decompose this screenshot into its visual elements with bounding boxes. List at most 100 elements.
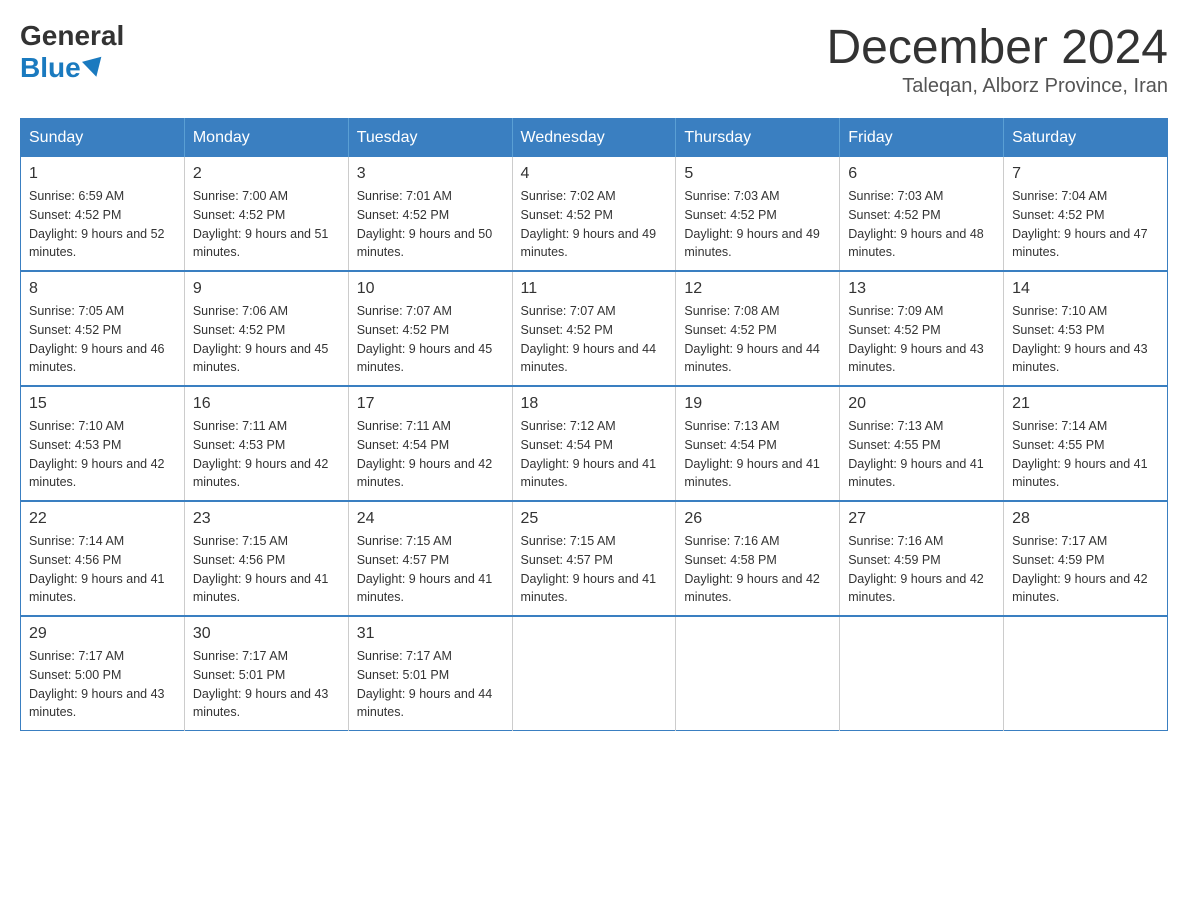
sunrise-label: Sunrise: 7:16 AM bbox=[684, 534, 779, 548]
day-number: 9 bbox=[193, 280, 340, 298]
week-row-4: 22 Sunrise: 7:14 AM Sunset: 4:56 PM Dayl… bbox=[21, 501, 1168, 616]
calendar-cell: 27 Sunrise: 7:16 AM Sunset: 4:59 PM Dayl… bbox=[840, 501, 1004, 616]
sunset-label: Sunset: 4:54 PM bbox=[684, 438, 776, 452]
sunset-label: Sunset: 4:58 PM bbox=[684, 553, 776, 567]
day-number: 14 bbox=[1012, 280, 1159, 298]
calendar-cell: 6 Sunrise: 7:03 AM Sunset: 4:52 PM Dayli… bbox=[840, 157, 1004, 271]
daylight-label: Daylight: 9 hours and 43 minutes. bbox=[848, 342, 984, 375]
sunrise-label: Sunrise: 7:03 AM bbox=[684, 189, 779, 203]
sunrise-label: Sunrise: 7:07 AM bbox=[357, 304, 452, 318]
calendar-cell: 16 Sunrise: 7:11 AM Sunset: 4:53 PM Dayl… bbox=[184, 386, 348, 501]
sunset-label: Sunset: 4:53 PM bbox=[29, 438, 121, 452]
sunset-label: Sunset: 4:57 PM bbox=[357, 553, 449, 567]
day-number: 3 bbox=[357, 165, 504, 183]
sunset-label: Sunset: 4:52 PM bbox=[29, 208, 121, 222]
sunrise-label: Sunrise: 7:15 AM bbox=[357, 534, 452, 548]
daylight-label: Daylight: 9 hours and 41 minutes. bbox=[29, 572, 165, 605]
day-number: 21 bbox=[1012, 395, 1159, 413]
week-row-2: 8 Sunrise: 7:05 AM Sunset: 4:52 PM Dayli… bbox=[21, 271, 1168, 386]
daylight-label: Daylight: 9 hours and 46 minutes. bbox=[29, 342, 165, 375]
day-header-saturday: Saturday bbox=[1004, 119, 1168, 158]
daylight-label: Daylight: 9 hours and 43 minutes. bbox=[1012, 342, 1148, 375]
day-info: Sunrise: 7:07 AM Sunset: 4:52 PM Dayligh… bbox=[357, 302, 504, 377]
day-number: 8 bbox=[29, 280, 176, 298]
calendar-cell: 12 Sunrise: 7:08 AM Sunset: 4:52 PM Dayl… bbox=[676, 271, 840, 386]
calendar-cell: 5 Sunrise: 7:03 AM Sunset: 4:52 PM Dayli… bbox=[676, 157, 840, 271]
daylight-label: Daylight: 9 hours and 41 minutes. bbox=[193, 572, 329, 605]
day-info: Sunrise: 7:01 AM Sunset: 4:52 PM Dayligh… bbox=[357, 187, 504, 262]
sunset-label: Sunset: 4:52 PM bbox=[1012, 208, 1104, 222]
sunrise-label: Sunrise: 7:13 AM bbox=[684, 419, 779, 433]
day-number: 12 bbox=[684, 280, 831, 298]
days-of-week-row: SundayMondayTuesdayWednesdayThursdayFrid… bbox=[21, 119, 1168, 158]
daylight-label: Daylight: 9 hours and 52 minutes. bbox=[29, 227, 165, 260]
day-number: 7 bbox=[1012, 165, 1159, 183]
sunset-label: Sunset: 4:53 PM bbox=[1012, 323, 1104, 337]
day-info: Sunrise: 7:02 AM Sunset: 4:52 PM Dayligh… bbox=[521, 187, 668, 262]
day-number: 15 bbox=[29, 395, 176, 413]
daylight-label: Daylight: 9 hours and 47 minutes. bbox=[1012, 227, 1148, 260]
day-header-monday: Monday bbox=[184, 119, 348, 158]
day-number: 26 bbox=[684, 510, 831, 528]
day-info: Sunrise: 7:10 AM Sunset: 4:53 PM Dayligh… bbox=[29, 417, 176, 492]
calendar-cell: 9 Sunrise: 7:06 AM Sunset: 4:52 PM Dayli… bbox=[184, 271, 348, 386]
sunrise-label: Sunrise: 7:17 AM bbox=[29, 649, 124, 663]
sunset-label: Sunset: 4:54 PM bbox=[521, 438, 613, 452]
calendar-cell: 4 Sunrise: 7:02 AM Sunset: 4:52 PM Dayli… bbox=[512, 157, 676, 271]
sunset-label: Sunset: 4:52 PM bbox=[193, 323, 285, 337]
calendar-cell: 25 Sunrise: 7:15 AM Sunset: 4:57 PM Dayl… bbox=[512, 501, 676, 616]
location-text: Taleqan, Alborz Province, Iran bbox=[826, 75, 1168, 98]
day-number: 19 bbox=[684, 395, 831, 413]
sunrise-label: Sunrise: 7:17 AM bbox=[193, 649, 288, 663]
day-number: 4 bbox=[521, 165, 668, 183]
sunset-label: Sunset: 4:52 PM bbox=[848, 208, 940, 222]
daylight-label: Daylight: 9 hours and 42 minutes. bbox=[684, 572, 820, 605]
calendar-cell: 10 Sunrise: 7:07 AM Sunset: 4:52 PM Dayl… bbox=[348, 271, 512, 386]
daylight-label: Daylight: 9 hours and 50 minutes. bbox=[357, 227, 493, 260]
day-number: 24 bbox=[357, 510, 504, 528]
day-info: Sunrise: 7:10 AM Sunset: 4:53 PM Dayligh… bbox=[1012, 302, 1159, 377]
sunset-label: Sunset: 5:01 PM bbox=[357, 668, 449, 682]
sunrise-label: Sunrise: 7:13 AM bbox=[848, 419, 943, 433]
week-row-1: 1 Sunrise: 6:59 AM Sunset: 4:52 PM Dayli… bbox=[21, 157, 1168, 271]
daylight-label: Daylight: 9 hours and 41 minutes. bbox=[521, 457, 657, 490]
sunset-label: Sunset: 4:52 PM bbox=[357, 323, 449, 337]
sunset-label: Sunset: 4:55 PM bbox=[1012, 438, 1104, 452]
logo: General Blue bbox=[20, 20, 124, 84]
daylight-label: Daylight: 9 hours and 44 minutes. bbox=[684, 342, 820, 375]
page-header: General Blue December 2024 Taleqan, Albo… bbox=[20, 20, 1168, 98]
day-info: Sunrise: 7:04 AM Sunset: 4:52 PM Dayligh… bbox=[1012, 187, 1159, 262]
daylight-label: Daylight: 9 hours and 41 minutes. bbox=[1012, 457, 1148, 490]
sunrise-label: Sunrise: 7:10 AM bbox=[1012, 304, 1107, 318]
day-number: 17 bbox=[357, 395, 504, 413]
daylight-label: Daylight: 9 hours and 42 minutes. bbox=[29, 457, 165, 490]
daylight-label: Daylight: 9 hours and 42 minutes. bbox=[193, 457, 329, 490]
daylight-label: Daylight: 9 hours and 43 minutes. bbox=[29, 687, 165, 720]
calendar-cell: 29 Sunrise: 7:17 AM Sunset: 5:00 PM Dayl… bbox=[21, 616, 185, 731]
week-row-3: 15 Sunrise: 7:10 AM Sunset: 4:53 PM Dayl… bbox=[21, 386, 1168, 501]
calendar-cell: 18 Sunrise: 7:12 AM Sunset: 4:54 PM Dayl… bbox=[512, 386, 676, 501]
daylight-label: Daylight: 9 hours and 49 minutes. bbox=[684, 227, 820, 260]
sunset-label: Sunset: 4:52 PM bbox=[684, 208, 776, 222]
logo-general-text: General bbox=[20, 20, 124, 52]
sunset-label: Sunset: 4:55 PM bbox=[848, 438, 940, 452]
day-info: Sunrise: 7:03 AM Sunset: 4:52 PM Dayligh… bbox=[848, 187, 995, 262]
day-info: Sunrise: 7:11 AM Sunset: 4:53 PM Dayligh… bbox=[193, 417, 340, 492]
calendar-cell: 31 Sunrise: 7:17 AM Sunset: 5:01 PM Dayl… bbox=[348, 616, 512, 731]
day-info: Sunrise: 7:08 AM Sunset: 4:52 PM Dayligh… bbox=[684, 302, 831, 377]
sunset-label: Sunset: 4:52 PM bbox=[521, 208, 613, 222]
day-number: 1 bbox=[29, 165, 176, 183]
sunrise-label: Sunrise: 7:12 AM bbox=[521, 419, 616, 433]
day-number: 28 bbox=[1012, 510, 1159, 528]
sunset-label: Sunset: 4:52 PM bbox=[29, 323, 121, 337]
calendar-cell: 1 Sunrise: 6:59 AM Sunset: 4:52 PM Dayli… bbox=[21, 157, 185, 271]
daylight-label: Daylight: 9 hours and 44 minutes. bbox=[521, 342, 657, 375]
calendar-cell: 2 Sunrise: 7:00 AM Sunset: 4:52 PM Dayli… bbox=[184, 157, 348, 271]
daylight-label: Daylight: 9 hours and 41 minutes. bbox=[848, 457, 984, 490]
calendar-cell: 3 Sunrise: 7:01 AM Sunset: 4:52 PM Dayli… bbox=[348, 157, 512, 271]
sunset-label: Sunset: 4:52 PM bbox=[357, 208, 449, 222]
day-number: 18 bbox=[521, 395, 668, 413]
calendar-header: SundayMondayTuesdayWednesdayThursdayFrid… bbox=[21, 119, 1168, 158]
calendar-cell bbox=[512, 616, 676, 731]
day-number: 31 bbox=[357, 625, 504, 643]
